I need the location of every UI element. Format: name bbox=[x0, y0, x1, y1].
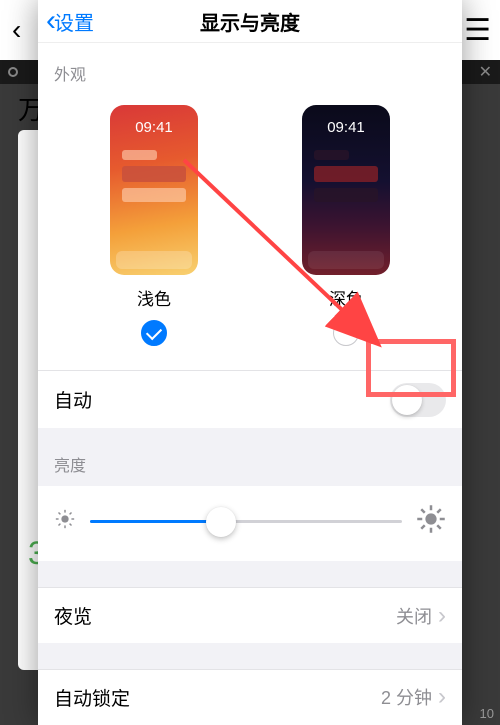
dark-label: 深色 bbox=[329, 285, 363, 310]
background-back-icon: ‹ bbox=[12, 14, 21, 46]
brightness-slider[interactable] bbox=[90, 520, 402, 523]
sun-large-icon bbox=[416, 504, 446, 539]
night-shift-value: 关闭 bbox=[396, 603, 432, 629]
dark-preview: 09:41 bbox=[302, 105, 390, 275]
appearance-options: 09:41 浅色 09:41 深色 bbox=[38, 95, 462, 370]
light-radio[interactable] bbox=[141, 320, 167, 346]
background-pager: 10 bbox=[480, 706, 494, 721]
light-label: 浅色 bbox=[137, 285, 171, 310]
auto-toggle[interactable] bbox=[390, 383, 446, 417]
auto-lock-value: 2 分钟 bbox=[381, 684, 432, 710]
auto-lock-label: 自动锁定 bbox=[54, 684, 130, 711]
settings-sheet: ‹ 设置 显示与亮度 外观 09:41 浅色 09:41 深色 自动 bbox=[38, 0, 462, 725]
dark-radio[interactable] bbox=[333, 320, 359, 346]
background-dot-icon bbox=[8, 67, 18, 77]
auto-label: 自动 bbox=[54, 386, 92, 413]
light-preview: 09:41 bbox=[110, 105, 198, 275]
night-shift-label: 夜览 bbox=[54, 602, 92, 629]
appearance-option-dark[interactable]: 09:41 深色 bbox=[302, 105, 390, 346]
back-label: 设置 bbox=[54, 7, 94, 36]
preview-time: 09:41 bbox=[110, 119, 198, 136]
page-title: 显示与亮度 bbox=[200, 7, 300, 36]
auto-row: 自动 bbox=[38, 370, 462, 428]
preview-time: 09:41 bbox=[302, 119, 390, 136]
back-button[interactable]: ‹ 设置 bbox=[46, 6, 94, 36]
chevron-right-icon: › bbox=[438, 683, 446, 711]
sun-small-icon bbox=[54, 508, 76, 535]
chevron-right-icon: › bbox=[438, 602, 446, 630]
appearance-header: 外观 bbox=[38, 43, 462, 95]
slider-thumb[interactable] bbox=[206, 507, 236, 537]
background-close-icon: ✕ bbox=[479, 62, 492, 82]
spacer bbox=[38, 643, 462, 669]
nav-bar: ‹ 设置 显示与亮度 bbox=[38, 0, 462, 43]
appearance-option-light[interactable]: 09:41 浅色 bbox=[110, 105, 198, 346]
night-shift-row[interactable]: 夜览 关闭 › bbox=[38, 587, 462, 643]
auto-lock-row[interactable]: 自动锁定 2 分钟 › bbox=[38, 669, 462, 725]
brightness-header: 亮度 bbox=[38, 428, 462, 486]
toggle-knob bbox=[392, 385, 422, 415]
brightness-row bbox=[38, 486, 462, 561]
spacer bbox=[38, 561, 462, 587]
background-menu-icon: ☰ bbox=[464, 13, 488, 48]
